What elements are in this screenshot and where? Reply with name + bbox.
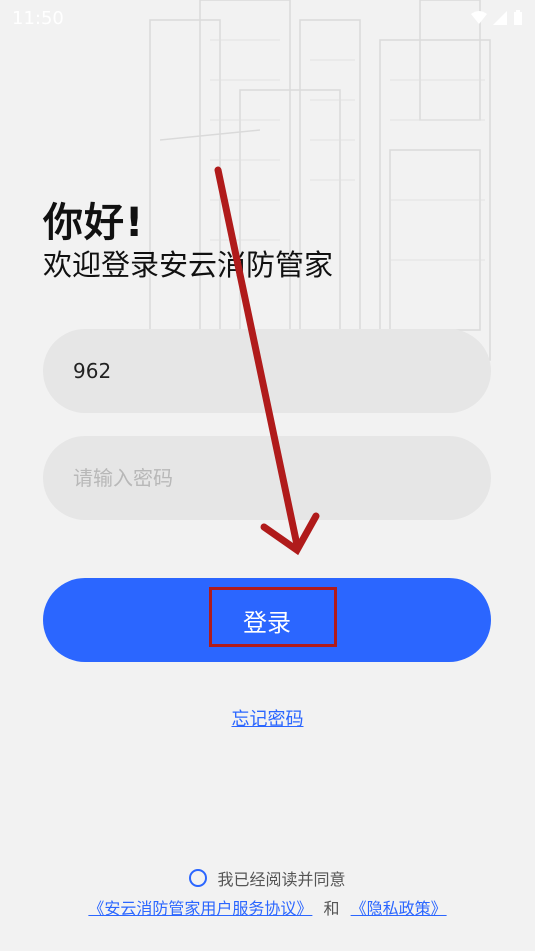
status-time: 11:50 xyxy=(12,7,64,29)
battery-icon xyxy=(514,10,522,25)
welcome-subtitle: 欢迎登录安云消防管家 xyxy=(43,248,334,282)
agree-radio[interactable] xyxy=(189,869,208,887)
account-input[interactable] xyxy=(71,358,463,384)
privacy-link[interactable]: 《隐私政策》 xyxy=(351,899,447,918)
greeting-title: 你好! xyxy=(43,200,145,246)
agreement-links: 《安云消防管家用户服务协议》 和 《隐私政策》 xyxy=(0,895,535,919)
wifi-icon xyxy=(471,11,487,24)
status-bar: 11:50 xyxy=(0,0,535,36)
annotation-highlight-box xyxy=(209,587,337,647)
signal-icon xyxy=(493,11,507,25)
agreement-text: 我已经阅读并同意 xyxy=(217,870,346,889)
and-text: 和 xyxy=(323,899,340,918)
agreement-row: 我已经阅读并同意 xyxy=(0,866,535,890)
terms-link[interactable]: 《安云消防管家用户服务协议》 xyxy=(88,899,312,918)
password-field[interactable] xyxy=(43,436,491,520)
forgot-password-link[interactable]: 忘记密码 xyxy=(0,705,535,731)
account-field[interactable] xyxy=(43,329,491,413)
password-input[interactable] xyxy=(71,465,463,491)
